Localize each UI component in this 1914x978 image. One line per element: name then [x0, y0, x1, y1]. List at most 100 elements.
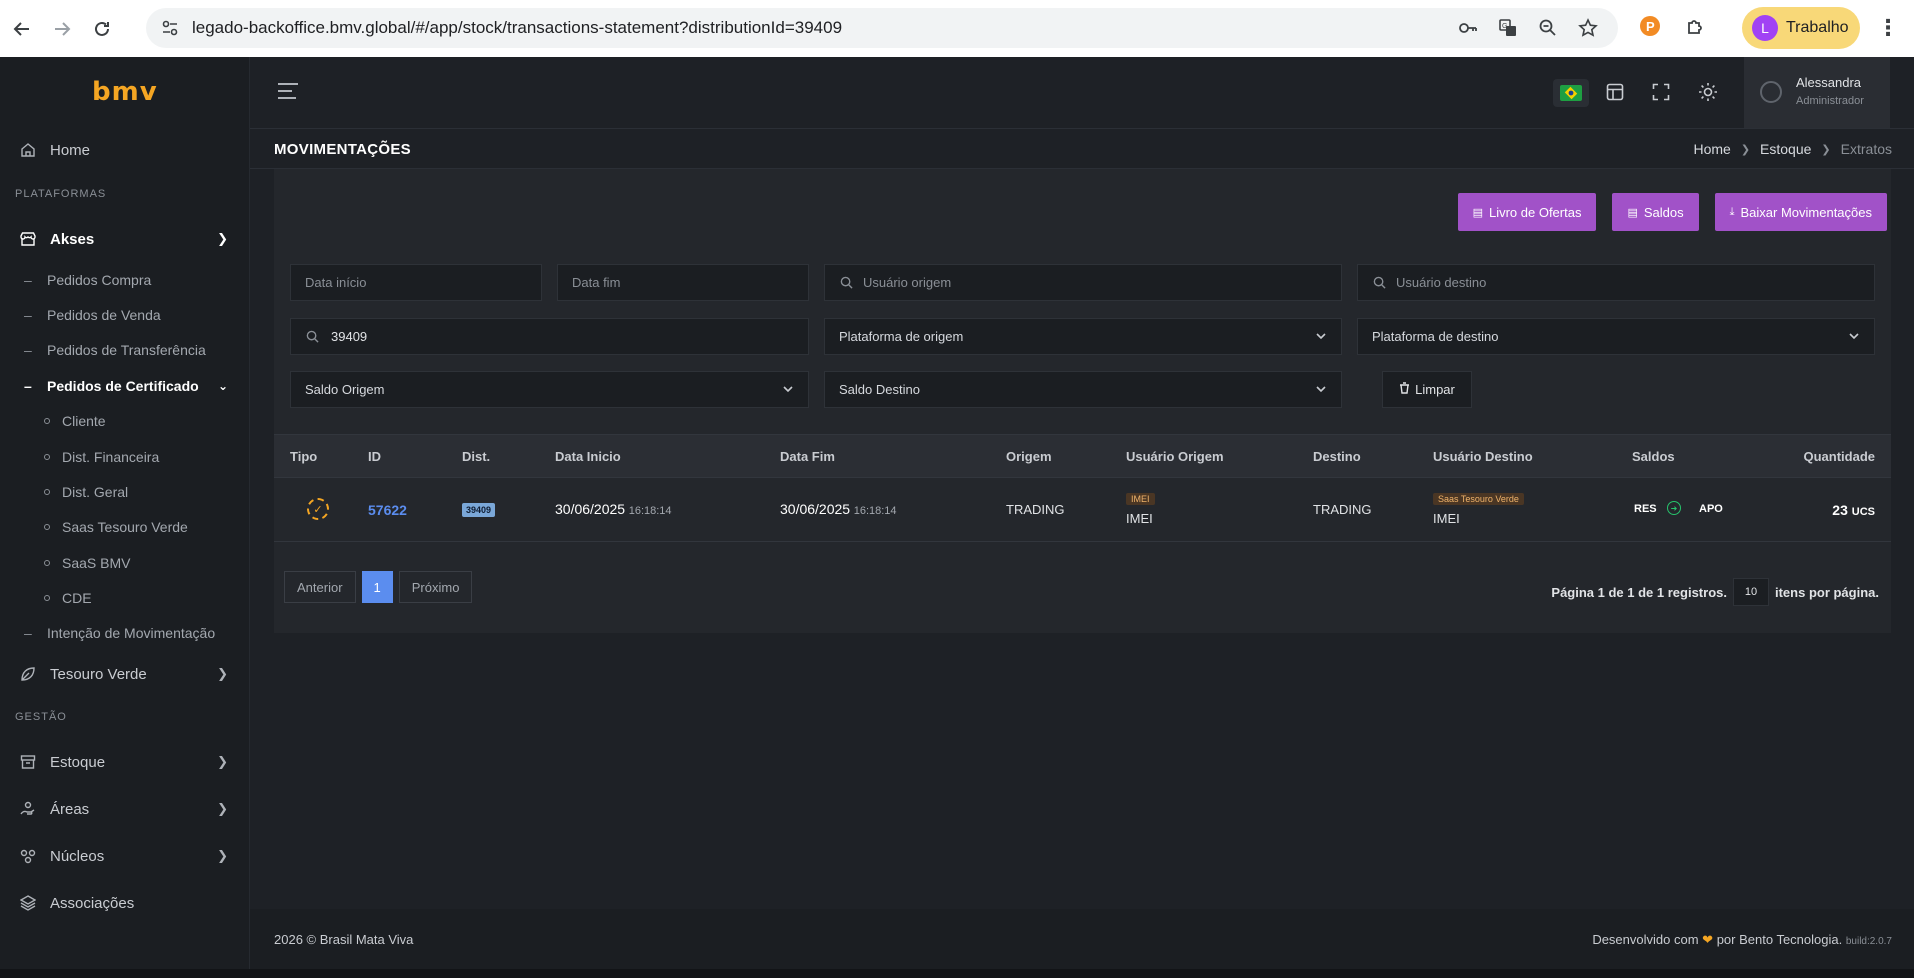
dist-badge[interactable]: 39409 [462, 503, 496, 517]
heart-icon: ❤ [1702, 932, 1714, 947]
chevron-down-icon [1848, 330, 1860, 345]
browser-toolbar: legado-backoffice.bmv.global/#/app/stock… [0, 0, 1914, 57]
quantity-cell: 23 UCS [1832, 502, 1875, 518]
sidebar-item-tesouro-verde[interactable]: Tesouro Verde ❯ [0, 656, 250, 692]
start-date-input[interactable]: Data início [290, 264, 542, 301]
reload-button[interactable] [84, 11, 120, 47]
search-icon [839, 276, 853, 290]
layout-icon[interactable] [1604, 81, 1626, 103]
sidebar-item-cliente[interactable]: Cliente [0, 406, 250, 436]
next-page-button[interactable]: Próximo [398, 571, 473, 603]
sidebar-item-saas-tesouro-verde[interactable]: Saas Tesouro Verde [0, 512, 250, 542]
destination-balance-select[interactable]: Saldo Destino [824, 371, 1342, 408]
sidebar-item-movement-intent[interactable]: – Intenção de Movimentação [0, 618, 250, 648]
sidebar-item-label: Saas Tesouro Verde [62, 519, 188, 535]
clear-filters-button[interactable]: Limpar [1382, 371, 1472, 408]
sidebar-item-label: Estoque [50, 753, 106, 771]
origin-platform-select[interactable]: Plataforma de origem [824, 318, 1342, 355]
user-menu[interactable]: Alessandra Administrador [1744, 57, 1890, 128]
bookmark-star-icon[interactable] [1576, 16, 1600, 40]
balance-to: APO [1699, 503, 1723, 515]
sidebar-item-nucleos[interactable]: Núcleos ❯ [0, 838, 250, 874]
page-size-input[interactable]: 10 [1732, 578, 1769, 606]
table-header: Tipo ID Dist. Data Inicio Data Fim Orige… [274, 434, 1891, 478]
origin-cell: TRADING [1006, 502, 1065, 517]
sidebar-item-estoque[interactable]: Estoque ❯ [0, 744, 250, 780]
breadcrumb-estoque[interactable]: Estoque [1760, 141, 1811, 157]
sidebar-item-akses[interactable]: Akses ❯ [0, 221, 250, 257]
chevron-right-icon: ❯ [1740, 144, 1751, 156]
col-destination-user: Usuário Destino [1433, 449, 1533, 464]
arrow-circle-icon: ➜ [1667, 501, 1681, 515]
sidebar-item-label: Áreas [50, 800, 90, 818]
circle-bullet-icon [44, 489, 50, 495]
breadcrumb-home[interactable]: Home [1693, 141, 1730, 157]
balances-button[interactable]: ▤ Saldos [1612, 193, 1699, 231]
sidebar-item-transfer-orders[interactable]: – Pedidos de Transferência [0, 335, 250, 365]
hand-coin-icon [18, 799, 38, 819]
sidebar-item-label: Dist. Financeira [62, 449, 160, 465]
page-1-button[interactable]: 1 [361, 571, 393, 603]
section-title-platforms: PLATAFORMAS [15, 188, 107, 200]
origin-user-cell: IMEI [1126, 511, 1153, 526]
sidebar-item-dist-financeira[interactable]: Dist. Financeira [0, 442, 250, 472]
footer-credits: Desenvolvido com ❤ por Bento Tecnologia.… [1592, 932, 1892, 947]
zoom-icon[interactable] [1536, 16, 1560, 40]
origin-user-input[interactable]: Usuário origem [824, 264, 1342, 301]
book-icon: ▤ [1472, 206, 1483, 219]
sidebar-item-areas[interactable]: Áreas ❯ [0, 791, 250, 827]
sidebar-item-dist-geral[interactable]: Dist. Geral [0, 477, 250, 507]
transaction-id-link[interactable]: 57622 [368, 502, 407, 518]
sidebar-item-label: Pedidos de Certificado [47, 378, 199, 394]
site-settings-icon[interactable] [158, 16, 182, 40]
pagination: Anterior 1 Próximo [284, 571, 473, 603]
prev-page-button[interactable]: Anterior [284, 571, 356, 603]
sidebar-item-label: Pedidos de Transferência [47, 342, 206, 358]
password-key-icon[interactable] [1456, 16, 1480, 40]
address-bar[interactable]: legado-backoffice.bmv.global/#/app/stock… [146, 8, 1618, 48]
sidebar-item-label: Dist. Geral [62, 484, 129, 500]
sidebar-item-label: Intenção de Movimentação [47, 625, 216, 641]
forward-button[interactable] [44, 11, 80, 47]
back-button[interactable] [4, 11, 40, 47]
sidebar: bmv Home PLATAFORMAS Akses ❯ – Pedidos C… [0, 57, 250, 978]
end-date-input[interactable]: Data fim [557, 264, 809, 301]
sidebar-item-label: Pedidos Compra [47, 272, 152, 288]
destination-platform-select[interactable]: Plataforma de destino [1357, 318, 1875, 355]
search-input[interactable]: 39409 [290, 318, 809, 355]
offers-book-button[interactable]: ▤ Livro de Ofertas [1457, 193, 1597, 231]
sidebar-item-associacoes[interactable]: Associações [0, 885, 250, 921]
sidebar-item-certificate-orders[interactable]: – Pedidos de Certificado ⌄ [0, 371, 250, 401]
download-movements-button[interactable]: ⤓ Baixar Movimentações [1714, 193, 1887, 231]
sidebar-item-purchase-orders[interactable]: – Pedidos Compra [0, 265, 250, 295]
chevron-right-icon: ❯ [217, 801, 228, 816]
extension-coin-icon[interactable]: P [1636, 12, 1664, 40]
translate-icon[interactable]: G [1496, 16, 1520, 40]
chevron-down-icon [1315, 383, 1327, 398]
action-buttons: ▤ Livro de Ofertas ▤ Saldos ⤓ Baixar Mov… [1457, 193, 1887, 231]
col-origin-user: Usuário Origem [1126, 449, 1224, 464]
chevron-right-icon: ❯ [217, 754, 228, 769]
fullscreen-icon[interactable] [1650, 81, 1672, 103]
menu-toggle-icon[interactable] [278, 83, 298, 101]
browser-menu-icon[interactable]: ⋮ [1876, 15, 1900, 40]
destination-user-input[interactable]: Usuário destino [1357, 264, 1875, 301]
sidebar-item-cde[interactable]: CDE [0, 583, 250, 613]
sidebar-item-sales-orders[interactable]: – Pedidos de Venda [0, 300, 250, 330]
destination-user-cell: IMEI [1433, 511, 1460, 526]
network-icon [18, 846, 38, 866]
profile-name: Trabalho [1786, 19, 1849, 36]
circle-bullet-icon [44, 418, 50, 424]
origin-balance-select[interactable]: Saldo Origem [290, 371, 809, 408]
sidebar-item-saas-bmv[interactable]: SaaS BMV [0, 548, 250, 578]
sun-icon[interactable] [1697, 81, 1719, 103]
chevron-right-icon: ❯ [217, 666, 228, 681]
extensions-puzzle-icon[interactable] [1682, 12, 1710, 40]
destination-user-badge: Saas Tesouro Verde [1433, 493, 1524, 505]
sidebar-item-home[interactable]: Home [0, 132, 250, 168]
language-selector[interactable] [1553, 79, 1589, 107]
end-date-cell: 30/06/2025 16:18:14 [780, 501, 897, 517]
sidebar-item-label: Home [50, 141, 91, 159]
app-logo[interactable]: bmv [92, 77, 158, 107]
profile-chip[interactable]: L Trabalho [1742, 7, 1860, 49]
